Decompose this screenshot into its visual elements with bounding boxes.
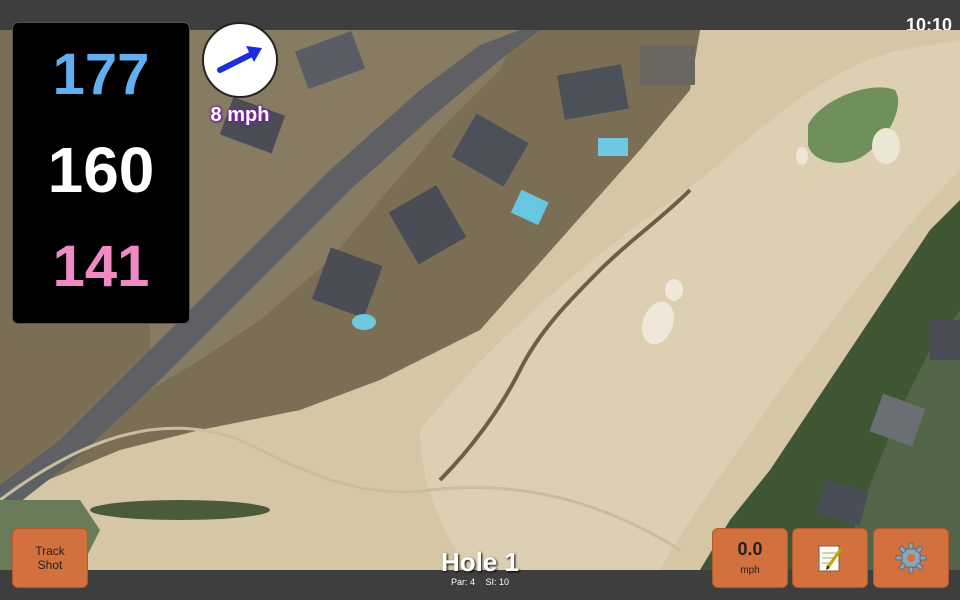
wind-direction-arrow-icon [217,46,262,73]
speed-value: 0.0 [737,539,763,559]
notepad-icon [818,545,843,572]
hole-par: Par: 4 [450,577,475,587]
track-shot-label: Track Shot [13,529,87,572]
notes-button[interactable] [792,528,868,588]
speed-button[interactable]: 0.0 mph [712,528,788,588]
track-shot-label-line1: Track [35,544,65,558]
yardage-panel: 177 160 141 [12,22,190,324]
hole-title: Hole 1 [440,547,520,577]
track-shot-button[interactable]: Track Shot [12,528,88,588]
front-yardage: 141 [52,234,150,299]
track-shot-label-line2: Shot [37,558,63,572]
hole-info: Par: 4 SI: 10 [380,577,580,587]
middle-yardage: 160 [47,134,155,206]
settings-button[interactable] [873,528,949,588]
wind-indicator [202,22,278,98]
gear-icon [895,542,927,574]
speed-unit: mph [740,565,760,576]
back-yardage: 177 [52,42,150,107]
hole-stroke-index: SI: 10 [485,577,510,587]
wind-speed: 8 mph [210,104,270,126]
